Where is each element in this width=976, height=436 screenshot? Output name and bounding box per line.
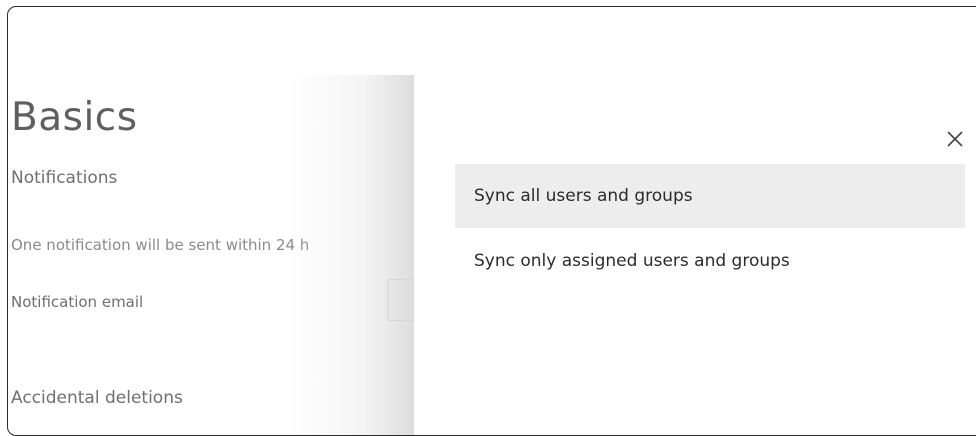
- page-title: Basics: [11, 95, 138, 140]
- notifications-description: One notification will be sent within 24 …: [11, 236, 310, 254]
- option-label: Sync only assigned users and groups: [474, 251, 790, 271]
- sync-scope-flyout: Sync all users and groups Sync only assi…: [414, 7, 976, 435]
- window-frame: Basics Notifications One notification wi…: [7, 6, 976, 436]
- notification-email-label: Notification email: [11, 293, 144, 311]
- option-label: Sync all users and groups: [474, 186, 693, 206]
- accidental-deletions-heading: Accidental deletions: [11, 388, 183, 408]
- notifications-heading: Notifications: [11, 168, 118, 188]
- close-icon[interactable]: [944, 128, 966, 150]
- option-sync-all-users-and-groups[interactable]: Sync all users and groups: [455, 164, 965, 228]
- option-sync-only-assigned-users-and-groups[interactable]: Sync only assigned users and groups: [455, 229, 965, 293]
- flyout-shadow: [288, 75, 414, 435]
